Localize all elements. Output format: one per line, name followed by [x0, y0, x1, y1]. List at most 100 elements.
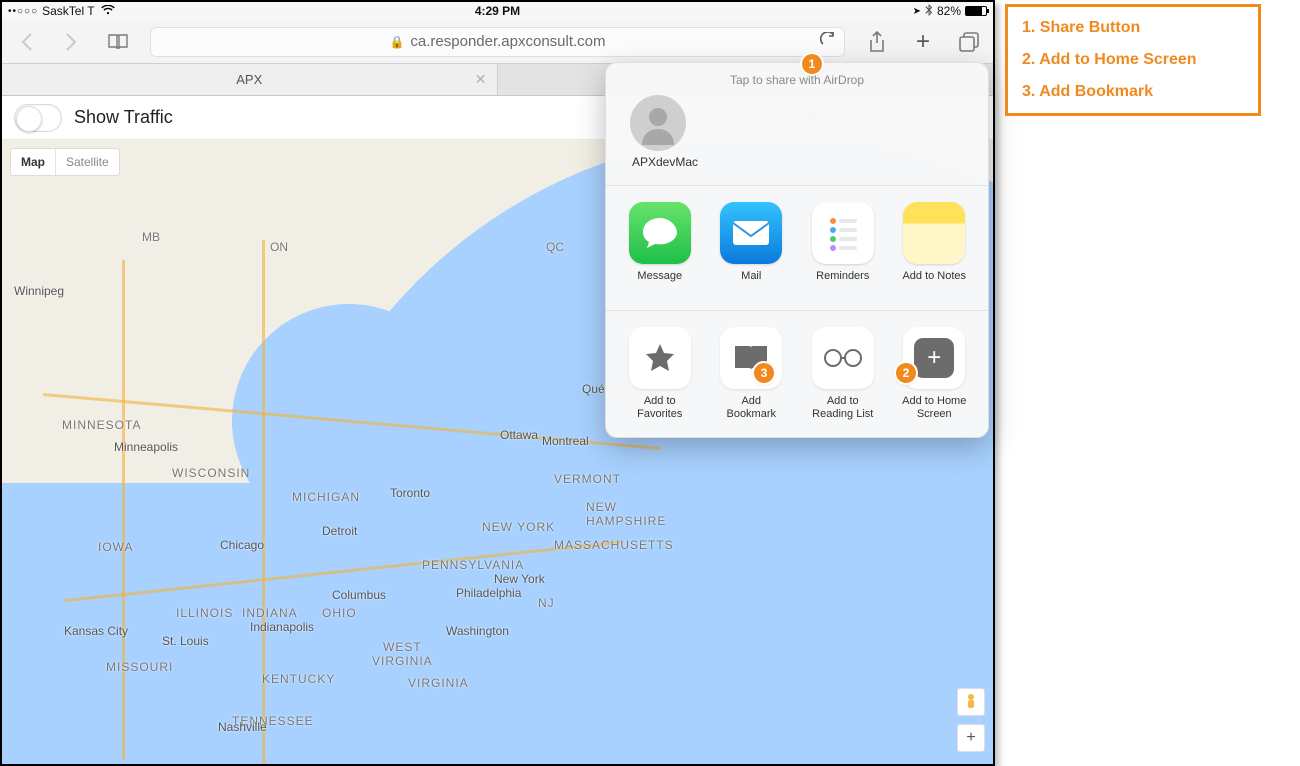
airdrop-contact-name: APXdevMac: [632, 155, 698, 169]
battery-icon: [965, 6, 987, 16]
add-bookmark-label: Add Bookmark: [718, 395, 786, 421]
star-icon: [629, 327, 691, 389]
legend-item-1: 1. Share Button: [1022, 19, 1244, 37]
map-label: Kansas City: [64, 624, 128, 638]
callout-marker-3: 3: [754, 363, 774, 383]
map-label: Chicago: [220, 538, 264, 552]
callout-marker-1: 1: [802, 54, 822, 74]
address-bar[interactable]: 🔒 ca.responder.apxconsult.com: [150, 27, 845, 57]
safari-toolbar: 🔒 ca.responder.apxconsult.com +: [2, 20, 993, 64]
tab-title: APX: [236, 72, 262, 87]
bookmarks-button[interactable]: [104, 28, 132, 56]
share-apps-row: Message Mail: [606, 186, 988, 311]
location-arrow-icon: ➤: [913, 6, 921, 17]
share-mail-label: Mail: [741, 270, 761, 294]
share-notes-label: Add to Notes: [902, 270, 966, 294]
legend-item-3: 3. Add Bookmark: [1022, 83, 1244, 101]
airdrop-avatar[interactable]: [630, 95, 686, 151]
map-label: New York: [494, 572, 545, 586]
map-label: NJ: [538, 596, 555, 610]
ipad-safari-frame: ••○○○ SaskTel T 4:29 PM ➤ 82% 🔒 ca.respo…: [0, 0, 995, 766]
map-label: VERMONT: [554, 472, 621, 486]
reload-icon[interactable]: [820, 32, 836, 52]
map-label: Winnipeg: [14, 284, 64, 298]
map-label: WISCONSIN: [172, 466, 250, 480]
map-label: MISSOURI: [106, 660, 173, 674]
add-reading-list-label: Add to Reading List: [809, 395, 877, 421]
map-label: St. Louis: [162, 634, 209, 648]
bluetooth-icon: [925, 4, 933, 19]
map-label: Toronto: [390, 486, 430, 500]
map-label: ILLINOIS: [176, 606, 233, 620]
map-label: Nashville: [218, 720, 267, 734]
map-label: Indianapolis: [250, 620, 314, 634]
map-label: MINNESOTA: [62, 418, 141, 432]
road-line: [122, 260, 125, 760]
airdrop-title: Tap to share with AirDrop: [618, 73, 976, 87]
bookmark-icon: [720, 327, 782, 389]
show-traffic-label: Show Traffic: [74, 107, 173, 128]
browser-tab[interactable]: APX ✕: [2, 64, 498, 95]
share-actions-row: Add to Favorites Add Bookmark Add to Rea…: [606, 311, 988, 437]
airdrop-section: Tap to share with AirDrop APXdevMac: [606, 63, 988, 186]
pegman-button[interactable]: [957, 688, 985, 716]
notes-icon: [903, 202, 965, 264]
map-label: Philadelphia: [456, 586, 521, 600]
share-mail-button[interactable]: Mail: [718, 202, 786, 294]
map-label: Minneapolis: [114, 440, 178, 454]
map-label: Columbus: [332, 588, 386, 602]
map-label: PENNSYLVANIA: [422, 558, 524, 572]
status-bar: ••○○○ SaskTel T 4:29 PM ➤ 82%: [2, 2, 993, 20]
glasses-icon: [812, 327, 874, 389]
map-label: OHIO: [322, 606, 357, 620]
map-label: ON: [270, 240, 288, 254]
add-reading-list-button[interactable]: Add to Reading List: [809, 327, 877, 421]
map-type-map[interactable]: Map: [11, 149, 55, 175]
callout-marker-2: 2: [896, 363, 916, 383]
map-label: MASSACHUSETTS: [554, 538, 674, 552]
map-type-satellite[interactable]: Satellite: [55, 149, 119, 175]
share-button[interactable]: [863, 28, 891, 56]
wifi-icon: [101, 4, 115, 18]
map-label: IOWA: [98, 540, 134, 554]
map-type-switch[interactable]: Map Satellite: [10, 148, 120, 176]
map-label: INDIANA: [242, 606, 298, 620]
message-icon: [629, 202, 691, 264]
legend-item-2: 2. Add to Home Screen: [1022, 51, 1244, 69]
map-label: MICHIGAN: [292, 490, 360, 504]
status-carrier: SaskTel T: [42, 4, 94, 18]
status-battery-pct: 82%: [937, 4, 961, 18]
tabs-button[interactable]: [955, 28, 983, 56]
share-sheet: Tap to share with AirDrop APXdevMac Mess…: [605, 62, 989, 438]
map-label: QC: [546, 240, 564, 254]
map-label: Ottawa: [500, 428, 538, 442]
map-label: Washington: [446, 624, 509, 638]
map-label: Detroit: [322, 524, 357, 538]
address-url: ca.responder.apxconsult.com: [410, 33, 605, 50]
map-label: NEW HAMPSHIRE: [586, 500, 666, 528]
annotation-legend: 1. Share Button 2. Add to Home Screen 3.…: [1005, 4, 1261, 116]
tab-close-icon[interactable]: ✕: [475, 71, 487, 88]
back-button[interactable]: [12, 28, 40, 56]
share-reminders-button[interactable]: Reminders: [809, 202, 877, 294]
reminders-icon: [812, 202, 874, 264]
zoom-in-button[interactable]: +: [957, 724, 985, 752]
add-favorites-button[interactable]: Add to Favorites: [626, 327, 694, 421]
map-label: WEST VIRGINIA: [372, 640, 433, 668]
share-notes-button[interactable]: Add to Notes: [901, 202, 969, 294]
show-traffic-toggle[interactable]: [14, 104, 62, 132]
mail-icon: [720, 202, 782, 264]
share-message-label: Message: [637, 270, 682, 294]
add-home-screen-label: Add to Home Screen: [901, 395, 969, 421]
share-message-button[interactable]: Message: [626, 202, 694, 294]
map-label: KENTUCKY: [262, 672, 335, 686]
lock-icon: 🔒: [389, 35, 404, 49]
share-reminders-label: Reminders: [816, 270, 869, 294]
map-label: Montreal: [542, 434, 589, 448]
signal-dots-icon: ••○○○: [8, 6, 38, 17]
map-label: MB: [142, 230, 160, 244]
new-tab-button[interactable]: +: [909, 28, 937, 56]
forward-button[interactable]: [58, 28, 86, 56]
map-label: VIRGINIA: [408, 676, 469, 690]
add-bookmark-button[interactable]: Add Bookmark: [718, 327, 786, 421]
